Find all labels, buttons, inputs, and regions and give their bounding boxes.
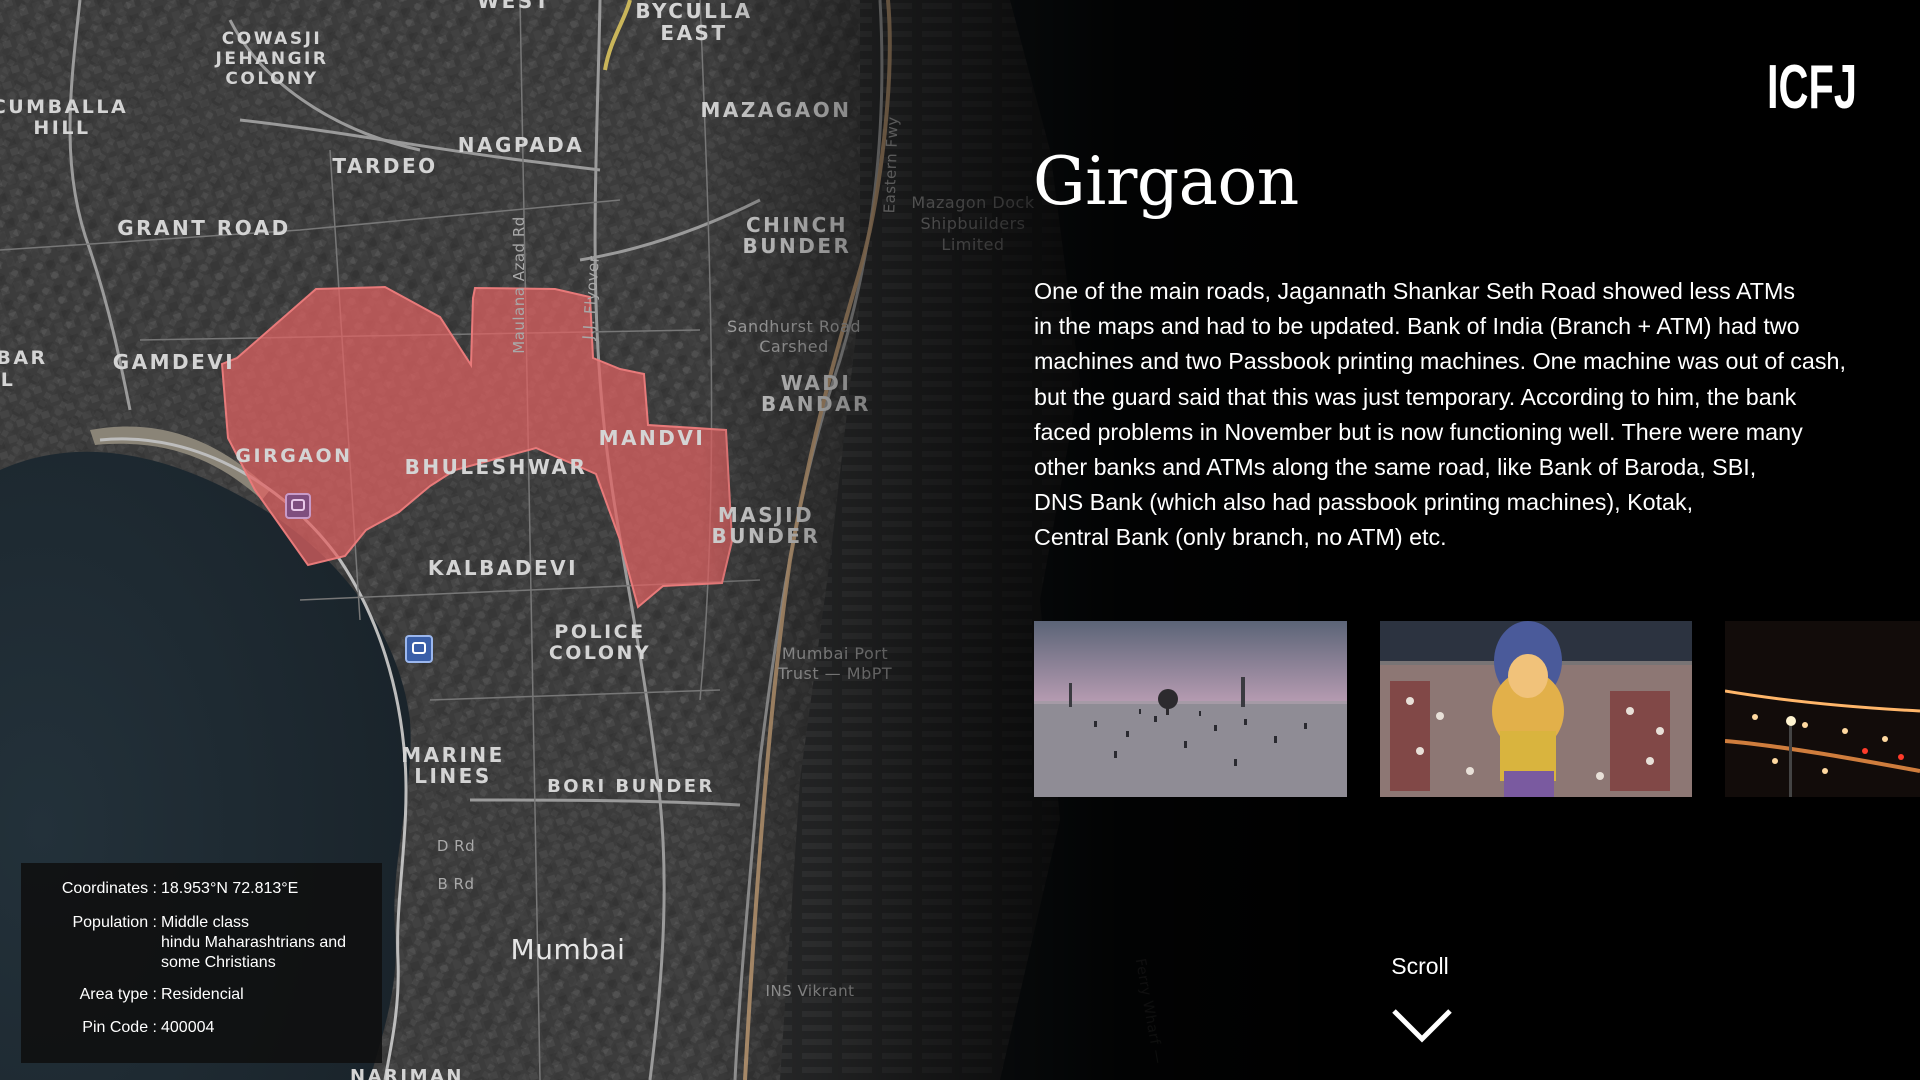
label-girgaon: GIRGAON [235, 445, 352, 467]
label-carshed: Carshed [759, 337, 829, 356]
label-eastern-fwy: Eastern Fwy [880, 116, 901, 214]
label-police: POLICE [554, 621, 645, 643]
label-cumballa: CUMBALLA [0, 96, 128, 118]
label-d-rd: D Rd [437, 837, 475, 855]
pin-code-value: 400004 [161, 1019, 215, 1036]
description-line: faced problems in November but is now fu… [1034, 418, 1803, 445]
coordinates-value: 18.953°N 72.813°E [161, 880, 299, 897]
info-row-coordinates: Coordinates : 18.953°N 72.813°E [21, 879, 382, 899]
label-colony: COLONY [225, 69, 318, 89]
scroll-label[interactable]: Scroll [1390, 953, 1450, 980]
label-byculla-east: EAST [660, 21, 727, 45]
description-line: in the maps and had to be updated. Bank … [1034, 313, 1800, 340]
label-bar-l: L [1, 369, 16, 391]
label-mbpt: Trust — MbPT [777, 664, 892, 683]
photo-thumbnail-festival[interactable] [1380, 621, 1692, 797]
label-mumbai-port: Mumbai Port [782, 644, 888, 663]
label-mazagon-dock: Mazagon Dock [911, 193, 1034, 212]
svg-text:ICFJ: ICFJ [1767, 53, 1857, 112]
label-ins-vikrant: INS Vikrant [766, 982, 855, 1000]
label-kalbadevi: KALBADEVI [428, 556, 578, 580]
photo-thumbnail-beach[interactable] [1034, 621, 1347, 797]
label-marine-lines: LINES [414, 764, 492, 788]
coordinates-label: Coordinates : [61, 880, 157, 897]
area-description: One of the main roads, Jagannath Shankar… [1034, 274, 1894, 556]
icfj-logo[interactable]: ICFJ [1766, 52, 1858, 112]
label-bori-bunder: BORI BUNDER [547, 776, 715, 797]
label-police-colony: COLONY [549, 642, 651, 664]
label-shipbuilders: Shipbuilders [921, 214, 1026, 233]
label-bhuleshwar: BHULESHWAR [405, 455, 588, 479]
info-row-population: Population : Middle class hindu Maharash… [21, 913, 382, 973]
description-line: One of the main roads, Jagannath Shankar… [1034, 278, 1796, 304]
label-masjid-bunder: BUNDER [712, 524, 821, 548]
pin-code-label: Pin Code : [82, 1019, 157, 1036]
info-row-pin-code: Pin Code : 400004 [21, 1018, 382, 1038]
photo-thumbnail-night-road[interactable] [1725, 621, 1920, 797]
area-type-value: Residencial [161, 986, 244, 1003]
label-nagpada: NAGPADA [458, 133, 585, 157]
label-cowasji: COWASJI [222, 29, 322, 49]
label-wadi-bandar: BANDAR [761, 392, 871, 416]
label-gamdevi: GAMDEVI [113, 350, 235, 374]
label-mumbai: Mumbai [511, 933, 626, 966]
population-value: Middle class hindu Maharashtrians and so… [161, 914, 347, 971]
info-row-area-type: Area type : Residencial [21, 985, 382, 1005]
description-line: Central Bank (only branch, no ATM) etc. [1034, 524, 1447, 551]
page-title: Girgaon [1033, 143, 1299, 220]
area-info-box: Coordinates : 18.953°N 72.813°E Populati… [21, 863, 382, 1063]
description-line: DNS Bank (which also had passbook printi… [1034, 489, 1694, 516]
label-grant-road: GRANT ROAD [117, 216, 291, 240]
chevron-down-icon[interactable] [1391, 1008, 1453, 1044]
area-type-label: Area type : [79, 986, 157, 1003]
label-mazagaon: MAZAGAON [701, 98, 852, 122]
description-line: machines and two Passbook printing machi… [1034, 348, 1846, 375]
label-byculla: BYCULLA [635, 0, 752, 23]
label-bar: BAR [0, 347, 48, 369]
label-sandhurst: Sandhurst Road [727, 317, 861, 336]
description-line: but the guard said that this was just te… [1034, 383, 1797, 410]
population-label: Population : [72, 914, 157, 931]
label-chinch-bunder: BUNDER [743, 234, 852, 258]
label-limited: Limited [941, 235, 1004, 254]
label-west: WEST [477, 0, 551, 13]
label-mandvi: MANDVI [599, 426, 706, 450]
label-nariman: NARIMAN [350, 1066, 464, 1080]
label-jehangir: JEHANGIR [215, 49, 329, 69]
metro-station-icon[interactable] [405, 635, 433, 663]
label-maulana-azad: Maulana Azad Rd [510, 216, 528, 354]
label-hill: HILL [33, 117, 90, 139]
label-b-rd: B Rd [437, 875, 474, 893]
label-tardeo: TARDEO [332, 154, 437, 178]
description-line: other banks and ATMs along the same road… [1034, 454, 1757, 481]
train-station-icon[interactable] [285, 493, 311, 519]
page: WEST BYCULLA EAST COWASJI JEHANGIR COLON… [0, 0, 1920, 1080]
